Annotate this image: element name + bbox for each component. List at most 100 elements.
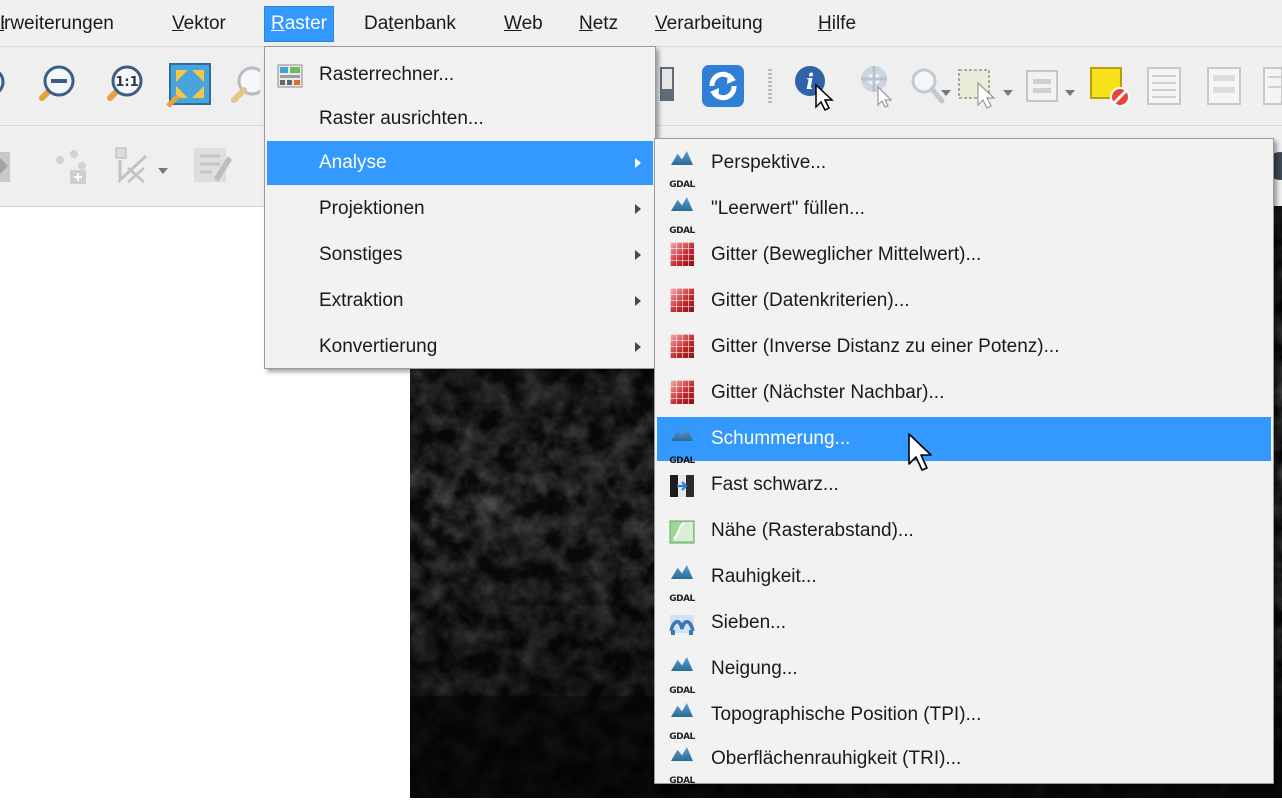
menu-erweiterungen[interactable]: Erweiterungen <box>0 6 120 42</box>
zoom-native-icon[interactable]: 1:1 <box>100 62 146 108</box>
menu-hilfe-mnemonic: H <box>818 13 832 34</box>
gdal-icon: GDAL <box>669 702 695 742</box>
menu-item-gitter-inverse-distanz[interactable]: Gitter (Inverse Distanz zu einer Potenz)… <box>657 325 1271 369</box>
add-point-feature-icon[interactable] <box>52 146 96 188</box>
raster-calculator-icon <box>277 62 303 88</box>
measure-tool-icon[interactable] <box>910 67 950 109</box>
menu-item-sieben[interactable]: Sieben... <box>657 601 1271 645</box>
menu-item-topographische-position[interactable]: GDAL Topographische Position (TPI)... <box>657 693 1271 742</box>
proximity-icon <box>669 518 695 544</box>
menu-item-analyse[interactable]: Analyse <box>267 141 653 185</box>
select-by-value-icon[interactable] <box>1024 67 1062 107</box>
select-features-dropdown-icon[interactable] <box>1003 90 1013 96</box>
menu-item-gitter-datenkriterien[interactable]: Gitter (Datenkriterien)... <box>657 279 1271 323</box>
vertex-tool-dropdown-icon[interactable] <box>158 168 168 174</box>
grid-icon <box>669 334 695 360</box>
select-by-value-dropdown-icon[interactable] <box>1065 90 1075 96</box>
menu-item-naehe[interactable]: Nähe (Rasterabstand)... <box>657 509 1271 553</box>
nearblack-icon <box>669 472 695 498</box>
menu-verarbeitung-label: erarbeitung <box>666 13 763 34</box>
menu-item-sonstiges[interactable]: Sonstiges <box>267 233 653 277</box>
zoom-full-icon[interactable] <box>166 60 214 108</box>
menubar: Erweiterungen Vektor Raster Datenbank We… <box>0 0 1282 47</box>
menu-verarbeitung[interactable]: Verarbeitung <box>649 6 769 42</box>
menu-raster[interactable]: Raster <box>264 6 334 42</box>
menu-item-fast-schwarz[interactable]: Fast schwarz... <box>657 463 1271 507</box>
measure-area-icon[interactable] <box>1262 65 1282 109</box>
menu-raster-mnemonic: R <box>271 13 285 34</box>
measure-tool-dropdown-icon[interactable] <box>941 90 951 96</box>
menu-item-konvertierung[interactable]: Konvertierung <box>267 325 653 369</box>
attribute-table-icon[interactable] <box>1146 65 1186 109</box>
menu-item-naehe-label: Nähe (Rasterabstand)... <box>711 520 914 541</box>
menu-item-rasterrechner-label: Rasterrechner... <box>319 64 455 85</box>
menu-vektor[interactable]: Vektor <box>166 6 232 42</box>
menu-item-fast-schwarz-label: Fast schwarz... <box>711 474 839 495</box>
menu-item-topographische-position-label: Topographische Position (TPI)... <box>711 704 982 725</box>
menu-web[interactable]: Web <box>498 6 549 42</box>
gdal-icon: GDAL <box>669 656 695 696</box>
identify-features-icon[interactable]: i <box>792 63 840 111</box>
menu-item-rasterrechner[interactable]: Rasterrechner... <box>267 53 653 97</box>
menu-hilfe[interactable]: Hilfe <box>812 6 862 42</box>
menu-verarbeitung-mnemonic: V <box>655 13 667 34</box>
toggle-editing-icon[interactable] <box>0 148 16 188</box>
menu-item-leerwert-fuellen-label: "Leerwert" füllen... <box>711 198 865 219</box>
raster-menu: Rasterrechner... Raster ausrichten... An… <box>264 46 656 369</box>
menu-item-raster-ausrichten-label: Raster ausrichten... <box>319 108 484 129</box>
menu-raster-label: aster <box>284 13 327 34</box>
zoom-in-icon[interactable] <box>0 66 12 106</box>
menu-datenbank[interactable]: Datenbank <box>358 6 462 42</box>
menu-vektor-mnemonic: V <box>172 13 184 34</box>
zoom-out-icon[interactable] <box>32 62 78 108</box>
menu-item-schummerung-label: Schummerung... <box>711 428 851 449</box>
grid-icon <box>669 380 695 406</box>
gdal-icon: GDAL <box>669 150 695 190</box>
save-project-icon[interactable] <box>660 63 680 107</box>
menu-item-rauhigkeit-label: Rauhigkeit... <box>711 566 817 587</box>
menu-item-extraktion-label: Extraktion <box>319 290 404 311</box>
svg-text:i: i <box>806 69 814 94</box>
menu-item-gitter-naechster-nachbar[interactable]: Gitter (Nächster Nachbar)... <box>657 371 1271 415</box>
gdal-icon: GDAL <box>669 426 695 466</box>
refresh-icon[interactable] <box>700 63 746 109</box>
submenu-arrow-icon <box>635 204 641 214</box>
menu-netz[interactable]: Netz <box>573 6 624 42</box>
menu-web-mnemonic: W <box>504 13 522 34</box>
submenu-arrow-icon <box>635 250 641 260</box>
edit-attributes-icon[interactable] <box>190 144 234 188</box>
submenu-arrow-icon <box>635 158 641 168</box>
menu-item-analyse-label: Analyse <box>319 152 387 173</box>
menu-item-schummerung[interactable]: GDAL Schummerung... <box>657 417 1271 466</box>
menu-datenbank-pre: Da <box>364 13 389 34</box>
vertex-tool-icon[interactable] <box>110 144 154 188</box>
menu-netz-label: etz <box>592 13 619 34</box>
analyse-submenu: GDAL Perspektive... GDAL "Leerwert" füll… <box>654 138 1274 786</box>
menu-hilfe-label: ilfe <box>831 13 857 34</box>
zoom-selection-icon[interactable] <box>230 62 260 108</box>
gdal-icon: GDAL <box>669 196 695 236</box>
menu-item-perspektive[interactable]: GDAL Perspektive... <box>657 141 1271 190</box>
menu-item-gitter-datenkriterien-label: Gitter (Datenkriterien)... <box>711 290 910 311</box>
menu-item-konvertierung-label: Konvertierung <box>319 336 438 357</box>
menu-item-extraktion[interactable]: Extraktion <box>267 279 653 323</box>
menu-item-rauhigkeit[interactable]: GDAL Rauhigkeit... <box>657 555 1271 604</box>
select-features-icon[interactable] <box>956 65 1000 109</box>
menu-item-gitter-beweglicher-mittelwert-label: Gitter (Beweglicher Mittelwert)... <box>711 244 982 265</box>
menu-item-oberflaechenrauhigkeit-label: Oberflächenrauhigkeit (TRI)... <box>711 748 962 769</box>
menu-erweiterungen-label: rweiterungen <box>4 13 114 34</box>
menu-item-raster-ausrichten[interactable]: Raster ausrichten... <box>267 97 653 141</box>
menu-item-neigung[interactable]: GDAL Neigung... <box>657 647 1271 696</box>
statistics-icon[interactable] <box>1206 65 1246 109</box>
menu-item-gitter-naechster-nachbar-label: Gitter (Nächster Nachbar)... <box>711 382 945 403</box>
grid-icon <box>669 242 695 268</box>
menu-item-oberflaechenrauhigkeit[interactable]: GDAL Oberflächenrauhigkeit (TRI)... <box>657 737 1271 786</box>
menu-item-neigung-label: Neigung... <box>711 658 798 679</box>
menu-item-projektionen-label: Projektionen <box>319 198 425 219</box>
menu-item-gitter-beweglicher-mittelwert[interactable]: Gitter (Beweglicher Mittelwert)... <box>657 233 1271 277</box>
menu-item-projektionen[interactable]: Projektionen <box>267 187 653 231</box>
run-feature-action-icon[interactable] <box>858 63 894 109</box>
menu-netz-mnemonic: N <box>579 13 593 34</box>
menu-item-leerwert-fuellen[interactable]: GDAL "Leerwert" füllen... <box>657 187 1271 236</box>
deselect-all-icon[interactable] <box>1088 65 1132 109</box>
